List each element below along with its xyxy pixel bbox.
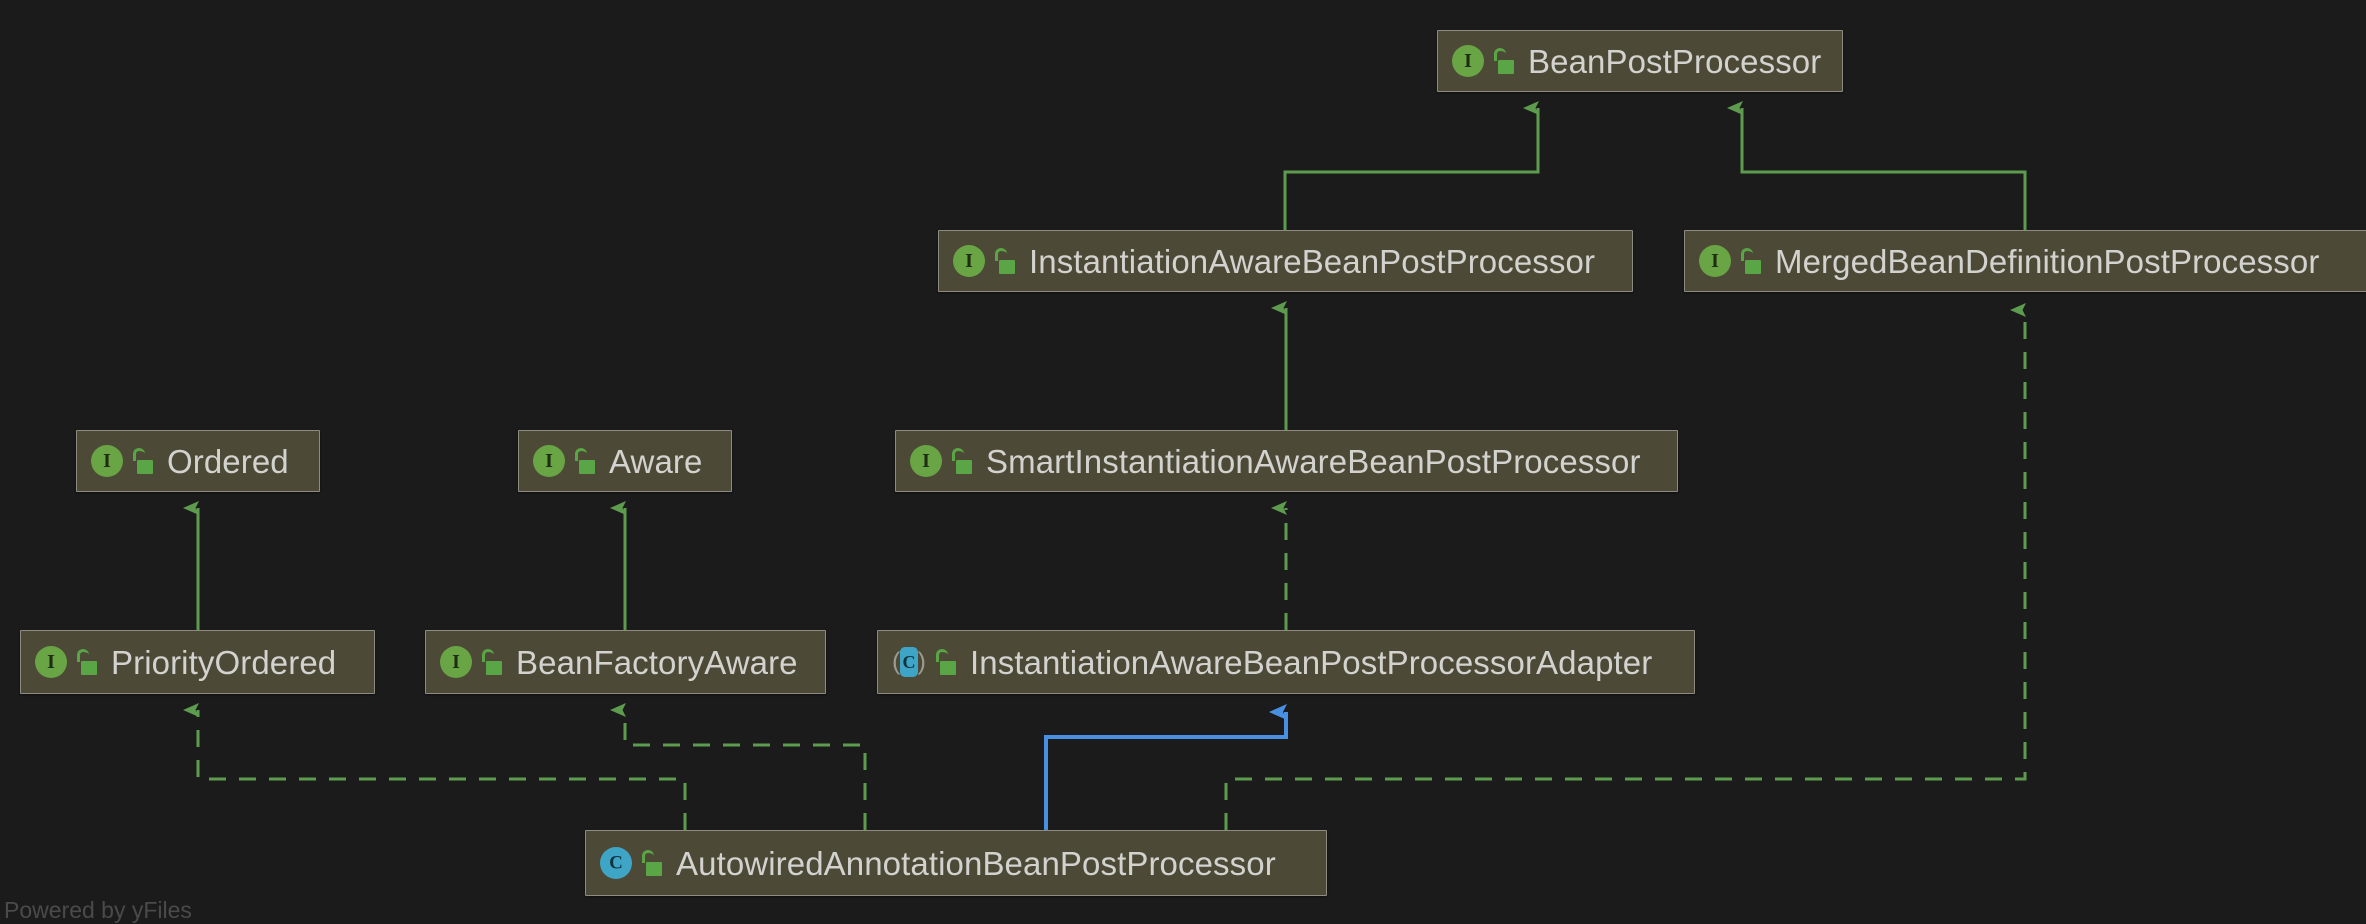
edge-autowiredbpp-to-priorityordered [183,703,687,830]
node-label: InstantiationAwareBeanPostProcessor [1029,242,1596,280]
public-unlocked-icon [481,647,503,677]
interface-icon [440,646,472,678]
node-label: Ordered [167,442,289,480]
edges-implements-dashed [183,303,2027,830]
node-ordered[interactable]: Ordered [76,430,320,492]
class-icon [600,847,632,879]
node-beanpostprocessor[interactable]: BeanPostProcessor [1437,30,1843,92]
node-instantiationawarebeanpostprocessor[interactable]: InstantiationAwareBeanPostProcessor [938,230,1633,292]
public-unlocked-icon [994,246,1016,276]
node-smartinstantiationawarebeanpostprocessor[interactable]: SmartInstantiationAwareBeanPostProcessor [895,430,1678,492]
public-unlocked-icon [1740,246,1762,276]
edge-autowiredbpp-to-mergedbeandefinitionpp [1224,303,2027,830]
node-label: SmartInstantiationAwareBeanPostProcessor [986,442,1641,480]
node-priorityordered[interactable]: PriorityOrdered [20,630,375,694]
public-unlocked-icon [1493,46,1515,76]
node-beanfactoryaware[interactable]: BeanFactoryAware [425,630,826,694]
interface-icon [910,445,942,477]
abstract-class-icon: ( ) [892,646,926,678]
node-aware[interactable]: Aware [518,430,732,492]
interface-icon [1699,245,1731,277]
public-unlocked-icon [132,446,154,476]
public-unlocked-icon [641,848,663,878]
node-label: PriorityOrdered [111,643,337,681]
edges-implements-solid [183,101,2027,630]
edge-instantiationawarebpp-to-beanpostprocessor [1283,101,1540,230]
interface-icon [91,445,123,477]
node-mergedbeandefinitionpostprocessor[interactable]: MergedBeanDefinitionPostProcessor [1684,230,2366,292]
public-unlocked-icon [951,446,973,476]
class-diagram-canvas[interactable]: BeanPostProcessor InstantiationAwareBean… [0,0,2366,923]
public-unlocked-icon [76,647,98,677]
node-label: BeanFactoryAware [516,643,798,681]
node-label: Aware [609,442,703,480]
node-label: AutowiredAnnotationBeanPostProcessor [676,844,1276,882]
edge-mergedbeandefinitionpp-to-beanpostprocessor [1727,101,2027,230]
node-instantiationawarebeanpostprocessoradapter[interactable]: ( ) InstantiationAwareBeanPostProcessorA… [877,630,1695,694]
node-label: BeanPostProcessor [1528,42,1822,80]
node-label: MergedBeanDefinitionPostProcessor [1775,242,2320,280]
edge-autowiredbpp-to-beanfactoryaware [610,703,867,830]
node-autowiredannotationbeanpostprocessor[interactable]: AutowiredAnnotationBeanPostProcessor [585,830,1327,896]
interface-icon [1452,45,1484,77]
edge-autowiredbpp-to-adapter [1044,704,1288,830]
interface-icon [533,445,565,477]
interface-icon [953,245,985,277]
edges-extends [1044,704,1288,830]
public-unlocked-icon [574,446,596,476]
node-label: InstantiationAwareBeanPostProcessorAdapt… [970,643,1653,681]
public-unlocked-icon [935,647,957,677]
interface-icon [35,646,67,678]
